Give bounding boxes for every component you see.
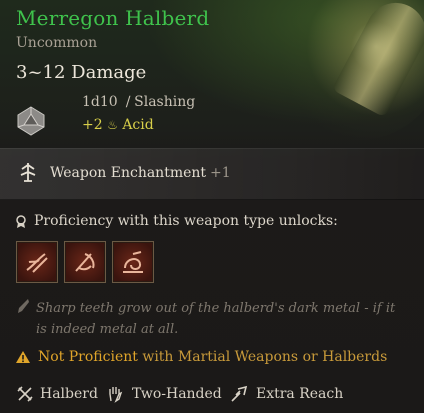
damage-type: Slashing	[134, 94, 196, 110]
proficiency-icon	[16, 215, 26, 228]
flavor-text: Sharp teeth grow out of the halberd's da…	[36, 301, 396, 337]
cleave-action[interactable]	[64, 241, 106, 283]
proficiency-label: Proficiency with this weapon type unlock…	[34, 213, 338, 229]
property-two-handed: Two-Handed	[132, 386, 222, 402]
dice-icon	[17, 106, 45, 136]
enchantment-label: Weapon Enchantment +1	[50, 165, 231, 181]
item-tooltip: Merregon Halberd Uncommon 3~12 Damage 1d…	[0, 0, 424, 413]
halberd-icon	[17, 386, 33, 402]
enchantment-name: Weapon Enchantment	[50, 165, 207, 181]
lacerate-action[interactable]	[16, 241, 58, 283]
item-name: Merregon Halberd	[16, 6, 210, 30]
warning-detail: with Martial Weapons or Halberds	[142, 349, 388, 365]
cleave-action-icon	[75, 253, 95, 272]
warning-icon	[16, 351, 30, 363]
quill-icon	[18, 299, 29, 313]
slash-icon: ∕	[125, 94, 131, 110]
reach-icon	[231, 385, 248, 402]
base-damage: 1d10 ∕ Slashing	[82, 94, 195, 110]
bonus-damage: +2 ♨ Acid	[82, 117, 154, 133]
lacerate-action-icon	[26, 253, 48, 273]
base-dice: 1d10	[82, 94, 118, 110]
topple-action-icon	[123, 251, 143, 273]
property-halberd: Halberd	[40, 386, 98, 402]
enchantment-icon	[20, 163, 36, 182]
acid-icon: ♨	[107, 118, 118, 132]
item-rarity: Uncommon	[16, 35, 98, 51]
hand-icon	[109, 387, 123, 403]
warning-prefix: Not Proficient	[38, 349, 138, 365]
enchantment-value: +1	[210, 165, 231, 181]
bonus-value: +2	[82, 117, 103, 133]
topple-action[interactable]	[112, 241, 154, 283]
bonus-type: Acid	[122, 117, 154, 133]
proficiency-warning: Not Proficient with Martial Weapons or H…	[38, 349, 387, 365]
damage-range: 3~12 Damage	[16, 62, 147, 83]
property-extra-reach: Extra Reach	[256, 386, 344, 402]
